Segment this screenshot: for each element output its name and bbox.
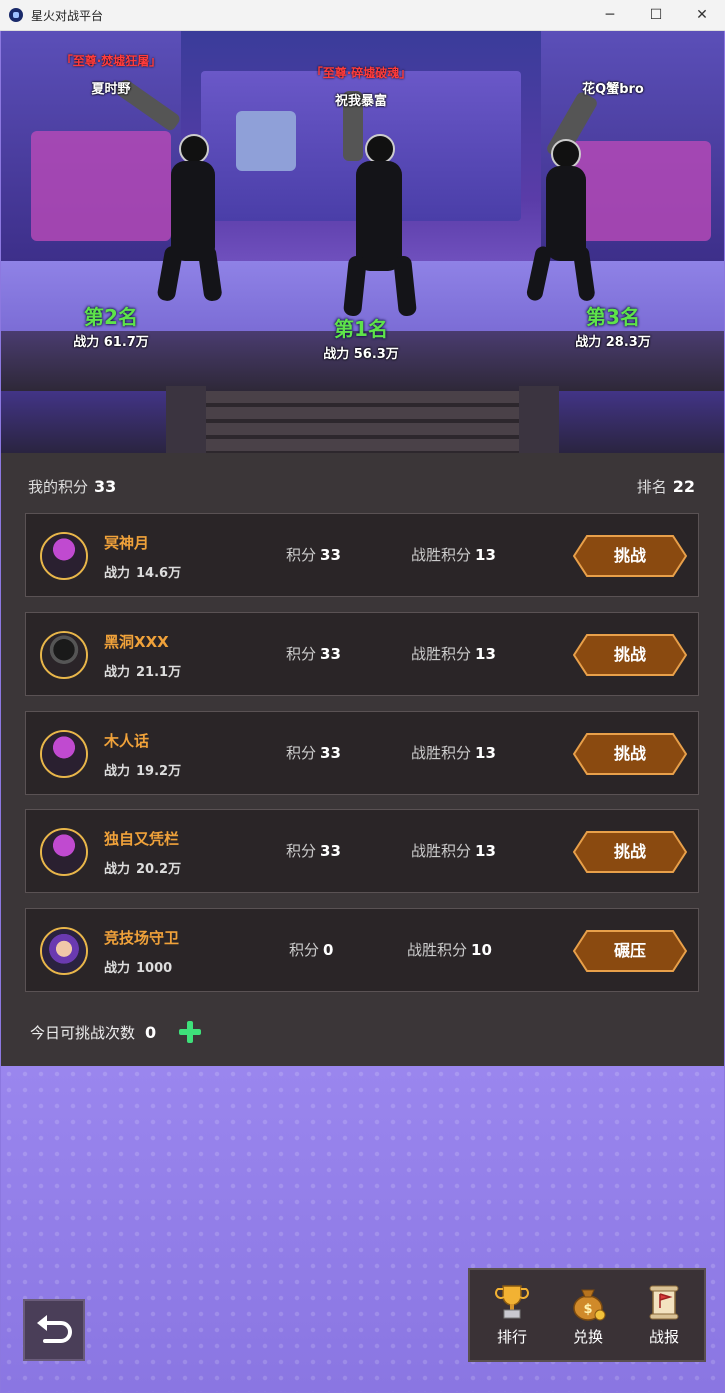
trophy-icon (493, 1282, 531, 1322)
player-power-2nd: 战力 61.7万 (73, 335, 149, 350)
avatar[interactable] (40, 927, 88, 975)
daily-challenges: 今日可挑战次数 0 (30, 1023, 157, 1042)
nav-ranking[interactable]: 排行 (482, 1282, 542, 1347)
opponent-row: 冥神月 战力 14.6万 积分 33 战胜积分 13 挑战 (25, 513, 699, 597)
opponent-score: 积分 33 (286, 546, 341, 564)
opponent-win-score: 战胜积分 13 (411, 744, 496, 762)
player-name-3rd[interactable]: 花Q蟹bro (553, 78, 673, 97)
player-name-1st[interactable]: 祝我暴富 (301, 90, 421, 109)
minimize-button[interactable]: ─ (587, 0, 633, 30)
opponent-score: 积分 33 (286, 842, 341, 860)
opponent-score: 积分 33 (286, 645, 341, 663)
challenge-button[interactable]: 挑战 (573, 634, 687, 676)
crush-button[interactable]: 碾压 (573, 930, 687, 972)
opponent-name: 黑洞XXX (104, 633, 169, 651)
maximize-button[interactable]: ☐ (633, 0, 679, 30)
opponent-power: 战力 20.2万 (104, 862, 182, 877)
player-title-1st: 「至尊·碎墟破魂」 (310, 66, 412, 80)
opponent-power: 战力 21.1万 (104, 665, 182, 680)
opponent-score: 积分 33 (286, 744, 341, 762)
opponent-power: 战力 1000 (104, 961, 173, 976)
window-titlebar: 星火对战平台 ─ ☐ ✕ (0, 0, 725, 31)
opponent-name: 木人话 (104, 732, 150, 750)
return-arrow-icon (37, 1315, 72, 1343)
challenge-button[interactable]: 挑战 (573, 535, 687, 577)
close-button[interactable]: ✕ (679, 0, 725, 30)
opponent-name: 竞技场守卫 (104, 929, 180, 947)
avatar[interactable] (40, 730, 88, 778)
svg-text:$: $ (583, 1302, 592, 1317)
scroll-icon (645, 1282, 683, 1322)
my-score: 我的积分 33 (28, 477, 117, 496)
player-name-2nd[interactable]: 夏时野 (51, 78, 171, 97)
opponent-win-score: 战胜积分 13 (411, 645, 496, 663)
opponent-score: 积分 0 (289, 941, 334, 959)
opponent-row: 独自又凭栏 战力 20.2万 积分 33 战胜积分 13 挑战 (25, 809, 699, 893)
money-bag-icon: $ (569, 1282, 607, 1322)
opponent-win-score: 战胜积分 13 (411, 546, 496, 564)
rank-label-2nd: 第2名 (84, 305, 138, 329)
player-power-1st: 战力 56.3万 (323, 347, 399, 362)
arena-scene: 「至尊·焚墟狂屠」 夏时野 第2名 战力 61.7万 「至尊·碎墟破魂」 祝我暴… (1, 31, 724, 453)
challenge-button[interactable]: 挑战 (573, 831, 687, 873)
rank-label-1st: 第1名 (334, 317, 388, 341)
player-title-2nd: 「至尊·焚墟狂屠」 (60, 54, 162, 68)
opponent-power: 战力 14.6万 (104, 566, 182, 581)
opponent-power: 战力 19.2万 (104, 764, 182, 779)
opponent-row: 黑洞XXX 战力 21.1万 积分 33 战胜积分 13 挑战 (25, 612, 699, 696)
bottom-nav: 排行 $ 兑换 战报 (468, 1268, 706, 1362)
back-button[interactable] (23, 1299, 85, 1361)
opponent-row: 竞技场守卫 战力 1000 积分 0 战胜积分 10 碾压 (25, 908, 699, 992)
app-icon (9, 8, 23, 22)
my-rank: 排名 22 (636, 477, 695, 496)
player-power-3rd: 战力 28.3万 (575, 335, 651, 350)
avatar[interactable] (40, 828, 88, 876)
nav-exchange[interactable]: $ 兑换 (558, 1282, 618, 1347)
opponent-win-score: 战胜积分 13 (411, 842, 496, 860)
opponent-win-score: 战胜积分 10 (407, 941, 492, 959)
rank-label-3rd: 第3名 (586, 305, 640, 329)
opponent-name: 独自又凭栏 (104, 830, 180, 848)
add-challenge-icon[interactable] (178, 1020, 202, 1044)
window-title: 星火对战平台 (31, 8, 104, 23)
challenge-button[interactable]: 挑战 (573, 733, 687, 775)
opponent-name: 冥神月 (104, 534, 150, 552)
avatar[interactable] (40, 532, 88, 580)
opponent-row: 木人话 战力 19.2万 积分 33 战胜积分 13 挑战 (25, 711, 699, 795)
avatar[interactable] (40, 631, 88, 679)
nav-battle-report[interactable]: 战报 (634, 1282, 694, 1347)
